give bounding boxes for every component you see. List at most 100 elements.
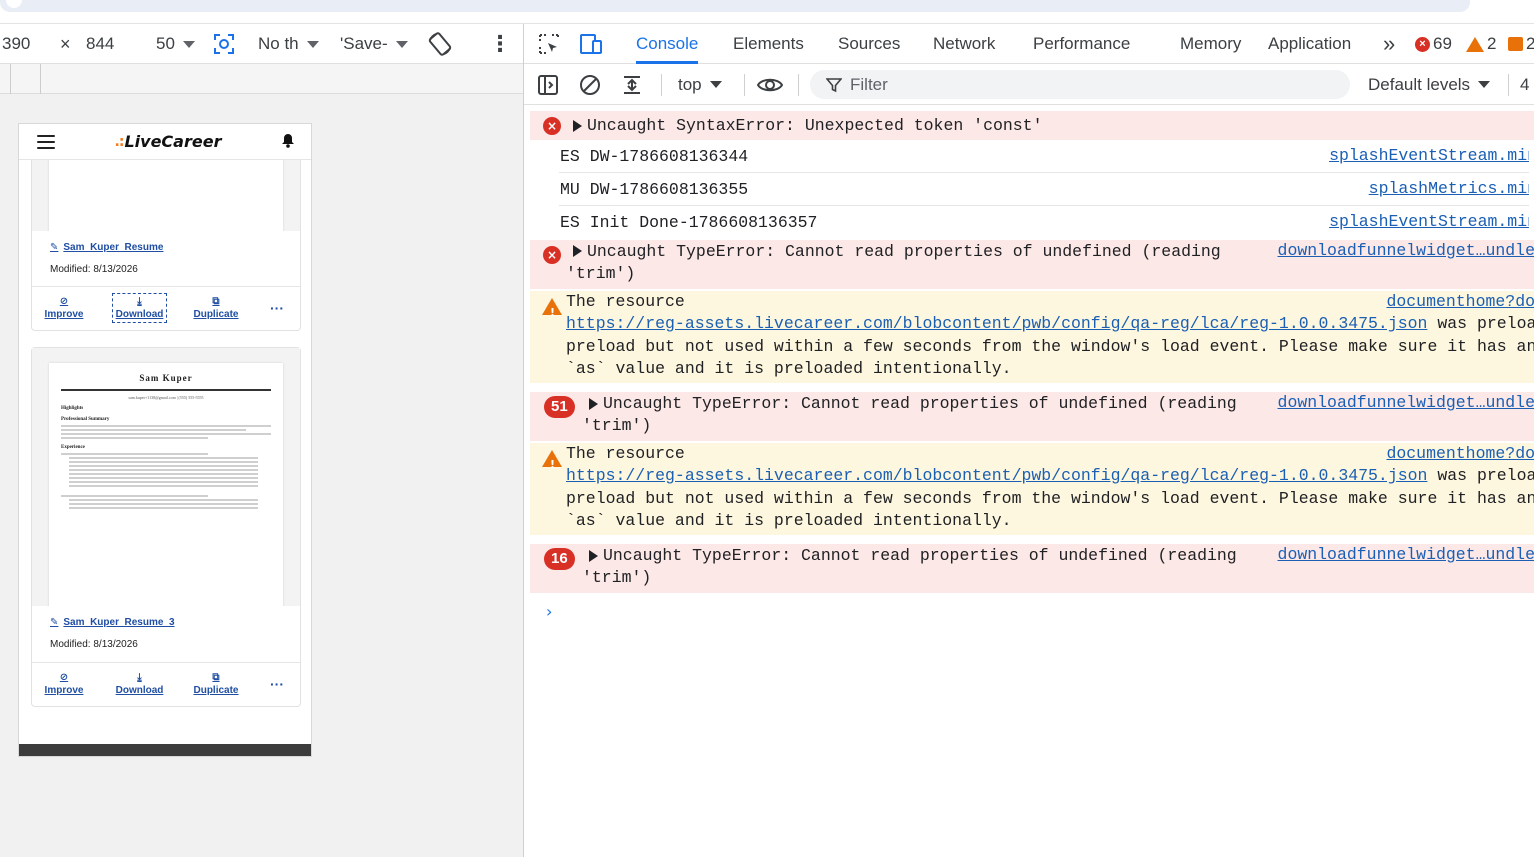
console-message-warning[interactable]: The resource documenthome?do https://reg…: [530, 291, 1534, 383]
hidden-count[interactable]: 4: [1520, 64, 1529, 105]
sidebar-toggle-icon[interactable]: [537, 64, 559, 105]
preview-line: [69, 461, 258, 463]
throttle-value: No th: [258, 34, 299, 53]
console-prompt-icon[interactable]: ›: [546, 602, 552, 621]
check-circle-icon: ⊘: [59, 672, 69, 683]
chevron-down-icon: [709, 81, 722, 88]
resume-name: Sam_Kuper_Resume: [63, 242, 164, 253]
duplicate-button[interactable]: ⧉ Duplicate: [190, 293, 242, 323]
source-link[interactable]: downloadfunnelwidget…undle: [1278, 392, 1534, 414]
duplicate-button[interactable]: ⧉ Duplicate: [190, 669, 242, 699]
console-message-error[interactable]: 51 Uncaught TypeError: Cannot read prope…: [530, 391, 1534, 441]
preserve-log-icon[interactable]: [621, 64, 643, 105]
duplicate-label: Duplicate: [193, 685, 239, 696]
preview-section: Experience: [61, 445, 85, 450]
error-count-badge[interactable]: × 69: [1415, 24, 1452, 64]
console-message-warning[interactable]: The resource documenthome?do https://reg…: [530, 443, 1534, 535]
hamburger-menu-icon[interactable]: [37, 134, 55, 149]
copy-icon: ⧉: [212, 672, 220, 683]
tab-elements[interactable]: Elements: [733, 24, 804, 64]
log-levels-value: Default levels: [1368, 74, 1471, 94]
more-actions-button[interactable]: ···: [267, 293, 287, 323]
log-levels-select[interactable]: Default levels: [1368, 64, 1491, 105]
console-message-error[interactable]: 16 Uncaught TypeError: Cannot read prope…: [530, 543, 1534, 593]
browser-top-strip: [0, 0, 1534, 24]
improve-label: Improve: [44, 685, 84, 696]
device-width-input[interactable]: 390: [2, 24, 30, 64]
warning-count-badge[interactable]: 2: [1466, 24, 1496, 64]
throttle-select[interactable]: No th: [258, 24, 319, 64]
resume-thumbnail[interactable]: Sam Kuper sam.kuper+1138@gmail.com | (55…: [32, 348, 300, 606]
preview-rule: [61, 389, 271, 391]
resource-url-link[interactable]: https://reg-assets.livecareer.com/blobco…: [566, 466, 1427, 485]
tab-performance[interactable]: Performance: [1033, 24, 1130, 64]
mobile-device-preview[interactable]: Experience Data Scientist, 02/2019 - Cur…: [18, 123, 312, 757]
chevron-down-icon: [182, 40, 195, 48]
console-message-log[interactable]: ES Init Done-1786608136357 splashEventSt…: [559, 206, 1529, 239]
tab-console[interactable]: Console: [636, 24, 699, 64]
improve-button[interactable]: ⊘ Improve: [38, 669, 90, 699]
more-actions-button[interactable]: ···: [267, 669, 287, 699]
tab-network[interactable]: Network: [933, 24, 995, 64]
source-link[interactable]: documenthome?do: [1386, 443, 1534, 465]
improve-button[interactable]: ⊘ Improve: [38, 293, 90, 323]
expand-triangle-icon[interactable]: [573, 245, 582, 257]
source-link[interactable]: documenthome?do: [1386, 291, 1534, 313]
source-link[interactable]: downloadfunnelwidget…undle: [1278, 544, 1534, 566]
expand-triangle-icon[interactable]: [589, 398, 598, 410]
tab-sources[interactable]: Sources: [838, 24, 900, 64]
resume-card: Sam Kuper sam.kuper+1138@gmail.com | (55…: [31, 347, 301, 707]
save-data-select[interactable]: 'Save-: [340, 24, 408, 64]
resource-url-link[interactable]: https://reg-assets.livecareer.com/blobco…: [566, 314, 1427, 333]
logo-dots: .:: [114, 133, 125, 150]
expand-triangle-icon[interactable]: [589, 550, 598, 562]
issues-count-badge[interactable]: 2: [1508, 24, 1534, 64]
preview-line: [69, 477, 258, 479]
repeat-count-badge: 16: [544, 548, 575, 570]
console-message-log[interactable]: ES DW-1786608136344 splashEventStream.mi…: [559, 140, 1529, 173]
chevron-down-icon: [395, 40, 408, 48]
context-value: top: [678, 74, 702, 94]
context-select[interactable]: top: [678, 64, 722, 105]
resume-name-link[interactable]: ✎ Sam_Kuper_Resume_3: [50, 617, 282, 628]
source-link[interactable]: splashEventStream.min: [1329, 211, 1529, 233]
console-message-log[interactable]: MU DW-1786608136355 splashMetrics.min: [559, 173, 1529, 206]
tab-memory[interactable]: Memory: [1180, 24, 1241, 64]
rotate-icon[interactable]: [426, 24, 454, 64]
more-tabs-icon[interactable]: »: [1383, 24, 1395, 64]
message-text: Uncaught TypeError: Cannot read properti…: [603, 394, 1237, 413]
address-bar[interactable]: [0, 0, 1470, 12]
clear-console-icon[interactable]: [579, 64, 601, 105]
filter-input[interactable]: [850, 74, 1330, 95]
expand-triangle-icon[interactable]: [573, 120, 582, 132]
download-button[interactable]: ⤓ Download: [112, 669, 167, 699]
console-message-error[interactable]: × Uncaught TypeError: Cannot read proper…: [530, 239, 1534, 289]
card-info: ✎ Sam_Kuper_Resume_3 Modified: 8/13/2026: [32, 617, 300, 650]
console-message-error[interactable]: × Uncaught SyntaxError: Unexpected token…: [530, 110, 1534, 140]
live-expression-eye-icon[interactable]: [756, 64, 784, 105]
zoom-select[interactable]: 50: [156, 24, 195, 64]
download-button[interactable]: ⤓ Download: [112, 293, 167, 323]
preview-line: [69, 473, 258, 475]
device-height-input[interactable]: 844: [86, 24, 114, 64]
bell-icon[interactable]: [281, 133, 295, 151]
source-link[interactable]: splashMetrics.min: [1369, 178, 1529, 200]
device-toggle-icon[interactable]: [578, 32, 604, 56]
source-link[interactable]: splashEventStream.min: [1329, 145, 1529, 167]
tab-application[interactable]: Application: [1268, 24, 1351, 64]
card-info: ✎ Sam_Kuper_Resume Modified: 8/13/2026: [32, 242, 300, 275]
warning-icon: [1466, 36, 1484, 52]
capture-screenshot-icon[interactable]: [212, 24, 236, 64]
more-options-icon[interactable]: ⋮: [489, 24, 511, 64]
resume-name-link[interactable]: ✎ Sam_Kuper_Resume: [50, 242, 282, 253]
source-link[interactable]: downloadfunnelwidget…undle: [1278, 240, 1534, 262]
download-label: Download: [115, 685, 164, 696]
warning-icon: [542, 298, 562, 324]
preview-line: [61, 453, 208, 455]
pencil-icon: ✎: [50, 242, 59, 253]
livecareer-logo[interactable]: .: LiveCareer: [115, 132, 222, 151]
improve-label: Improve: [44, 309, 84, 320]
save-data-value: 'Save-: [340, 34, 388, 53]
message-text: The resource: [566, 444, 685, 463]
inspect-element-icon[interactable]: [536, 32, 562, 56]
